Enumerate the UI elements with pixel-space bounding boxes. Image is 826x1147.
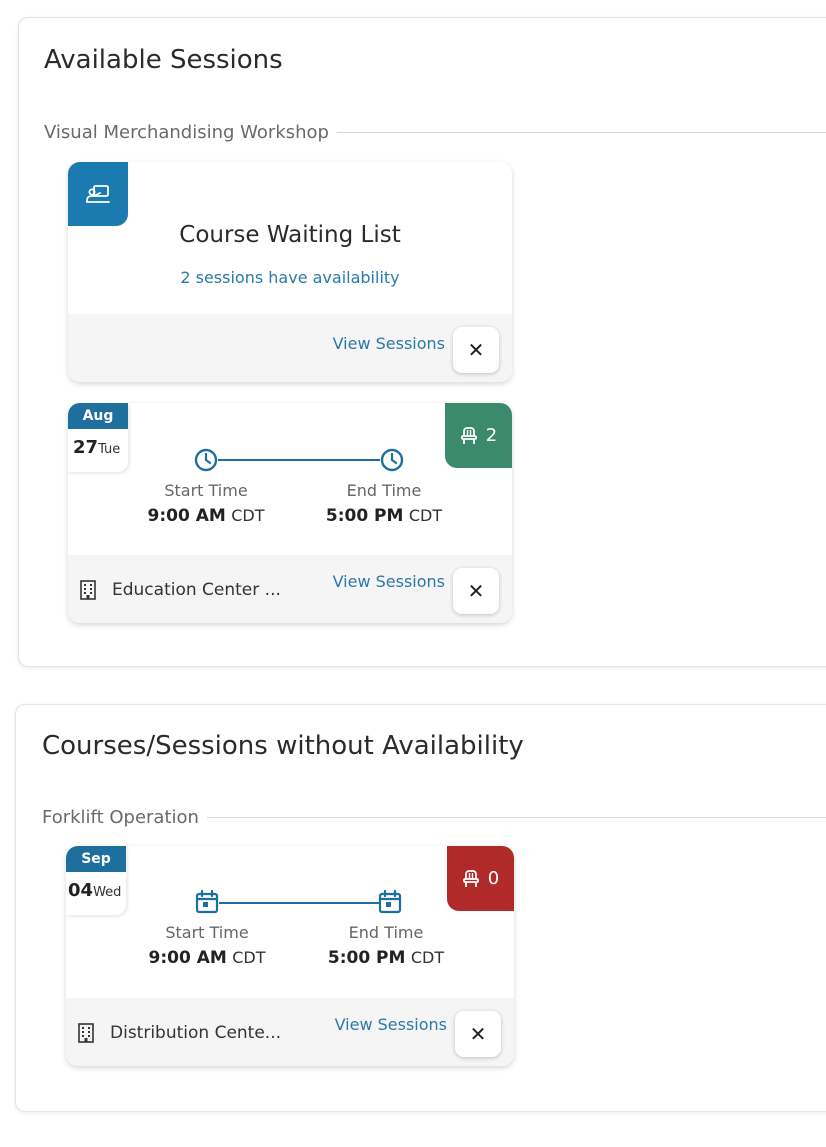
course-group-label: Forklift Operation [42, 807, 199, 828]
end-time-value: 5:00 PM CDT [327, 948, 445, 968]
divider [206, 817, 826, 818]
availability-text: 2 sessions have availability [180, 268, 400, 287]
start-time-value: 9:00 AM CDT [147, 506, 265, 526]
view-sessions-link[interactable]: View Sessions [335, 1015, 447, 1034]
building-icon [78, 1023, 94, 1043]
course-group-header: Visual Merchandising Workshop [44, 122, 826, 143]
course-group-header: Forklift Operation [42, 807, 826, 828]
card-footer: Distribution Cente... View Sessions ✕ [66, 998, 514, 1066]
start-time-label: Start Time [164, 481, 248, 500]
card-footer: Education Center ... View Sessions ✕ [68, 555, 512, 623]
unavailable-sessions-panel: Courses/Sessions without Availability Fo… [15, 704, 826, 1112]
location-text: Distribution Cente... [110, 1023, 282, 1043]
end-calendar-icon [378, 889, 402, 914]
session-card[interactable]: Sep 04Wed 0 Start Time 9:00 AM CDT End T… [66, 846, 514, 1066]
close-button[interactable]: ✕ [453, 327, 499, 373]
waiting-list-card: Course Waiting List 2 sessions have avai… [68, 162, 512, 382]
close-icon: ✕ [469, 1022, 487, 1046]
view-sessions-link[interactable]: View Sessions [333, 334, 445, 353]
end-clock-icon [380, 448, 404, 472]
start-time-value: 9:00 AM CDT [148, 948, 266, 968]
page-title: Available Sessions [44, 45, 283, 75]
section-title: Courses/Sessions without Availability [42, 731, 524, 761]
classroom-icon [68, 162, 128, 226]
session-timeline: Start Time 9:00 AM CDT End Time 5:00 PM … [66, 846, 514, 986]
start-time-label: Start Time [165, 923, 249, 942]
close-icon: ✕ [467, 579, 485, 603]
session-timeline: Start Time 9:00 AM CDT End Time 5:00 PM … [68, 403, 512, 543]
course-group-label: Visual Merchandising Workshop [44, 122, 329, 143]
building-icon [80, 580, 96, 600]
timeline-line [219, 902, 379, 904]
start-clock-icon [194, 448, 218, 472]
close-icon: ✕ [467, 338, 485, 362]
start-calendar-icon [195, 889, 219, 914]
waiting-list-title: Course Waiting List [179, 222, 401, 248]
end-time-label: End Time [348, 923, 424, 942]
card-footer: View Sessions ✕ [68, 314, 512, 382]
location-text: Education Center ... [112, 580, 281, 600]
session-card[interactable]: Aug 27Tue 2 Start Time 9:00 AM CDT End T… [68, 403, 512, 623]
view-sessions-link[interactable]: View Sessions [333, 572, 445, 591]
divider [336, 132, 826, 133]
close-button[interactable]: ✕ [455, 1011, 501, 1057]
available-sessions-panel: Available Sessions Visual Merchandising … [18, 17, 826, 667]
end-time-label: End Time [346, 481, 422, 500]
timeline-line [218, 459, 380, 461]
end-time-value: 5:00 PM CDT [325, 506, 443, 526]
close-button[interactable]: ✕ [453, 568, 499, 614]
